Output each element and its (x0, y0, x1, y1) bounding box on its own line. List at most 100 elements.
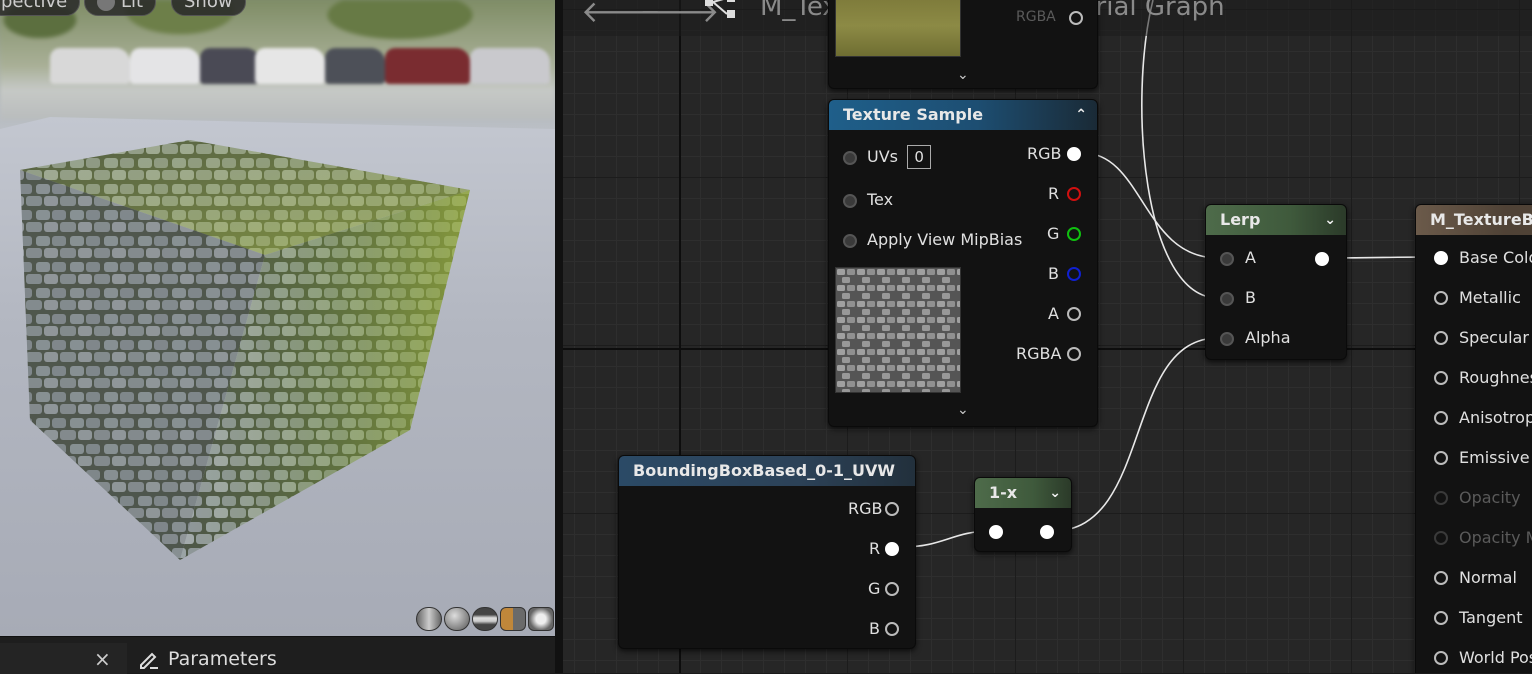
parameters-tab[interactable]: Parameters (130, 643, 285, 674)
mipbias-input-pin[interactable] (843, 234, 857, 248)
lit-button[interactable]: Lit (84, 0, 157, 16)
plane-icon[interactable] (472, 607, 498, 631)
uvs-input-pin[interactable] (843, 151, 857, 165)
uvs-index-field[interactable]: 0 (907, 145, 932, 169)
g-output-pin[interactable] (885, 582, 899, 596)
one-minus-node[interactable]: 1-x ⌄ (974, 477, 1072, 552)
rgba-output-pin[interactable] (1067, 347, 1081, 361)
uvs-label: UVs (867, 147, 898, 166)
b-input-pin[interactable] (1220, 292, 1234, 306)
b-label: B (1048, 264, 1059, 283)
wire-rgb-to-a (1082, 152, 1219, 259)
input-pin[interactable] (989, 525, 1003, 539)
base-color-input-pin[interactable] (1434, 251, 1448, 265)
node-header[interactable]: M_TextureBle (1416, 205, 1532, 235)
rgba-output-pin[interactable] (1069, 11, 1083, 25)
opacity-mask-label: Opacity M (1459, 528, 1532, 547)
teapot-icon[interactable] (528, 607, 554, 631)
texture-thumbnail-grass (835, 0, 961, 57)
r-output-pin[interactable] (1067, 187, 1081, 201)
cube-icon[interactable] (500, 607, 526, 631)
emissive-label: Emissive C (1459, 448, 1532, 467)
g-label: G (1047, 224, 1060, 243)
chevron-up-icon[interactable]: ⌃ (1075, 100, 1087, 130)
node-header[interactable]: Lerp ⌄ (1206, 205, 1346, 235)
a-input-pin[interactable] (1220, 252, 1234, 266)
chevron-down-icon[interactable]: ⌄ (1324, 205, 1336, 235)
output-pin[interactable] (1040, 525, 1054, 539)
chevron-down-icon[interactable]: ⌄ (957, 67, 969, 83)
rgb-label: RGB (1027, 144, 1062, 163)
base-color-label: Base Color (1459, 248, 1532, 267)
mipbias-label: Apply View MipBias (867, 230, 1023, 249)
world-position-input-pin[interactable] (1434, 651, 1448, 665)
a-output-pin[interactable] (1067, 307, 1081, 321)
roughness-input-pin[interactable] (1434, 371, 1448, 385)
node-title: M_TextureBle (1430, 210, 1532, 229)
graph-icon (705, 0, 735, 18)
r-label: R (869, 539, 881, 558)
preview-shape-toolbar (416, 607, 554, 631)
specular-label: Specular (1459, 328, 1529, 347)
material-result-node[interactable]: M_TextureBle Base Color Metallic Specula… (1415, 204, 1532, 673)
b-output-pin[interactable] (885, 622, 899, 636)
tangent-input-pin[interactable] (1434, 611, 1448, 625)
lit-label: Lit (121, 0, 144, 12)
node-title: 1-x (989, 483, 1018, 502)
show-button[interactable]: Show (171, 0, 246, 16)
material-graph-canvas[interactable]: 🡐 🡒 M_TextureBlend02 › Material Graph RG… (563, 0, 1532, 673)
rgba-label: RGBA (1016, 344, 1062, 363)
chevron-down-icon[interactable]: ⌄ (957, 402, 969, 418)
bounding-box-uvw-node[interactable]: BoundingBoxBased_0-1_UVW RGB R G B (618, 455, 916, 649)
preview-viewport[interactable]: pective Lit Show (0, 0, 555, 636)
cylinder-icon[interactable] (416, 607, 442, 631)
node-header[interactable]: Texture Sample ⌃ (829, 100, 1097, 130)
details-tab-bar: × Parameters (0, 636, 555, 674)
node-title: BoundingBoxBased_0-1_UVW (633, 461, 896, 480)
r-label: R (1048, 184, 1060, 203)
r-output-pin[interactable] (885, 542, 899, 556)
anisotropy-label: Anisotropy (1459, 408, 1532, 427)
perspective-button[interactable]: pective (0, 0, 81, 16)
rgb-output-pin[interactable] (1067, 147, 1081, 161)
preview-cube (20, 140, 470, 560)
g-output-pin[interactable] (1067, 227, 1081, 241)
tex-label: Tex (867, 190, 894, 209)
anisotropy-input-pin[interactable] (1434, 411, 1448, 425)
pencil-icon (140, 652, 158, 669)
metallic-input-pin[interactable] (1434, 291, 1448, 305)
b-label: B (869, 619, 880, 638)
close-tab-button[interactable]: × (94, 647, 111, 671)
lit-sphere-icon (97, 0, 115, 11)
emissive-input-pin[interactable] (1434, 451, 1448, 465)
parameters-tab-label: Parameters (168, 647, 277, 670)
pin-label-rgba: RGBA (1016, 9, 1056, 25)
lerp-node[interactable]: Lerp ⌄ A B Alpha (1205, 204, 1347, 360)
b-output-pin[interactable] (1067, 267, 1081, 281)
texture-sample-node[interactable]: Texture Sample ⌃ UVs 0 Tex Apply View Mi… (828, 99, 1098, 427)
rgb-label: RGB (848, 499, 883, 518)
a-label: A (1048, 304, 1059, 323)
g-label: G (868, 579, 881, 598)
node-header[interactable]: BoundingBoxBased_0-1_UVW (619, 456, 915, 486)
panel-splitter[interactable] (555, 0, 563, 673)
normal-input-pin[interactable] (1434, 571, 1448, 585)
chevron-down-icon[interactable]: ⌄ (1049, 478, 1061, 508)
world-position-label: World Pos (1459, 648, 1532, 667)
tangent-label: Tangent (1459, 608, 1523, 627)
alpha-input-pin[interactable] (1220, 332, 1234, 346)
lerp-output-pin[interactable] (1315, 252, 1329, 266)
sphere-icon[interactable] (444, 607, 470, 631)
b-label: B (1245, 288, 1256, 307)
uvs-input: UVs 0 (867, 145, 932, 169)
opacity-mask-input-pin (1434, 531, 1448, 545)
node-title: Texture Sample (843, 105, 984, 124)
rgb-output-pin[interactable] (885, 502, 899, 516)
texture-sample-node-top[interactable]: RGBA ⌄ (828, 0, 1098, 89)
node-header[interactable]: 1-x ⌄ (975, 478, 1071, 508)
opacity-input-pin (1434, 491, 1448, 505)
metallic-label: Metallic (1459, 288, 1521, 307)
specular-input-pin[interactable] (1434, 331, 1448, 345)
tex-input-pin[interactable] (843, 194, 857, 208)
normal-label: Normal (1459, 568, 1517, 587)
